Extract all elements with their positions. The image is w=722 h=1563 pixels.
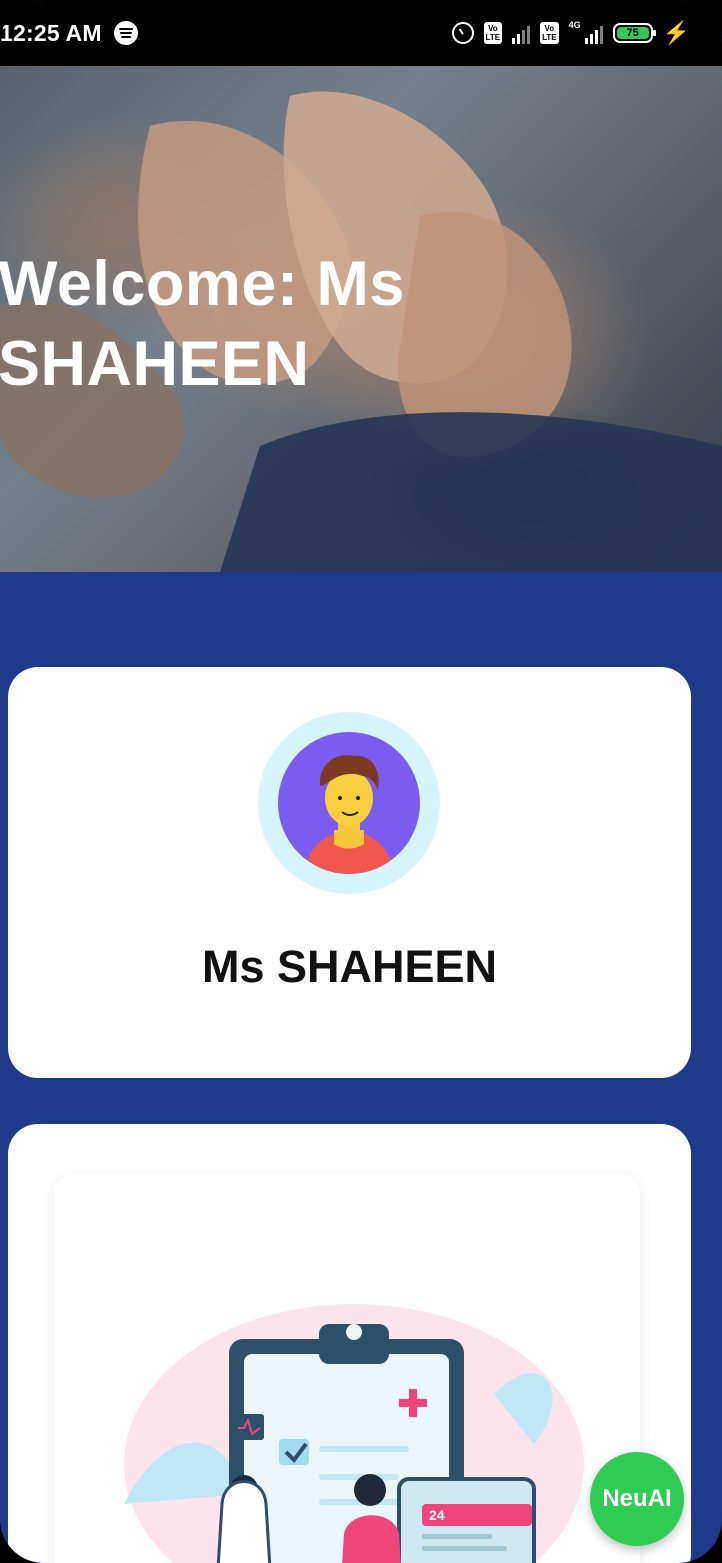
svg-text:24: 24: [429, 1507, 445, 1523]
avatar-ring: [258, 712, 440, 894]
battery-level: 75: [616, 27, 649, 39]
alarm-icon: [451, 22, 474, 44]
signal-icon: [584, 22, 603, 44]
neuai-chat-button[interactable]: NeuAI: [590, 1452, 684, 1546]
status-icons: Vo LTE Vo LTE 4G 75 ⚡: [451, 0, 690, 66]
hero-banner: Welcome: Ms SHAHEEN: [0, 66, 722, 572]
user-avatar-icon: [278, 732, 420, 874]
profile-card[interactable]: Ms SHAHEEN: [8, 667, 691, 1078]
spotify-icon: [113, 21, 138, 45]
volte-icon: Vo LTE: [483, 22, 503, 44]
signal-icon: [512, 22, 531, 44]
app-screen: 12:25 AM Vo LTE Vo LTE 4G 75 ⚡ Welcome: …: [0, 0, 722, 1563]
battery-icon: 75: [612, 23, 656, 43]
profile-name: Ms SHAHEEN: [201, 941, 498, 992]
neuai-label: NeuAI: [602, 1485, 672, 1512]
4g-icon: 4G: [568, 20, 581, 30]
illustration-card[interactable]: 24: [54, 1174, 640, 1563]
charging-icon: ⚡: [662, 20, 690, 45]
volte-icon: Vo LTE: [540, 22, 559, 44]
welcome-line-1: Welcome: Ms: [0, 249, 405, 319]
status-bar: 12:25 AM Vo LTE Vo LTE 4G 75 ⚡: [0, 0, 722, 66]
status-time: 12:25 AM: [0, 19, 102, 46]
info-card[interactable]: 24: [8, 1124, 691, 1563]
medical-checklist-illustration: 24: [124, 1304, 584, 1563]
welcome-heading: Welcome: Ms SHAHEEN: [0, 244, 598, 404]
welcome-line-2: SHAHEEN: [0, 329, 310, 399]
